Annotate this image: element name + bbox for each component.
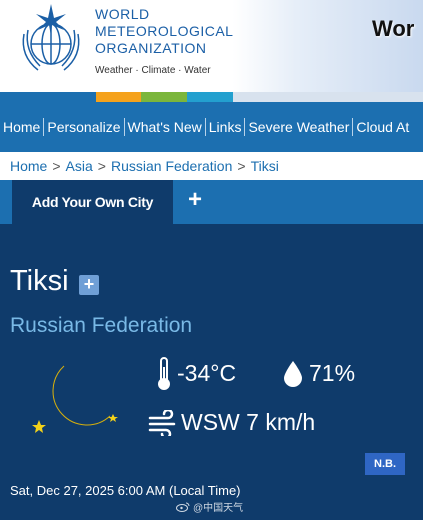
watermark-text: @中国天气 [193, 503, 244, 514]
breadcrumb-home[interactable]: Home [10, 158, 47, 174]
breadcrumb-asia[interactable]: Asia [66, 158, 93, 174]
night-clear-moon-icon [32, 365, 118, 433]
nav-item-links[interactable]: Links [206, 118, 246, 136]
wind-value: WSW 7 km/h [181, 409, 316, 435]
stripe-segment [187, 92, 233, 102]
breadcrumb-separator: > [97, 158, 106, 174]
nav-item-home[interactable]: Home [0, 118, 45, 136]
nav-item-whats-new[interactable]: What's New [125, 118, 206, 136]
stripe-segment [141, 92, 187, 102]
org-name-line-3: ORGANIZATION [95, 40, 207, 56]
add-tab-plus-icon[interactable]: + [188, 188, 202, 212]
humidity-value: 71% [309, 360, 356, 386]
main-nav: Home Personalize What's New Links Severe… [0, 102, 423, 152]
watermark: @中国天气 [176, 499, 243, 514]
org-name-line-1: WORLD [95, 6, 150, 22]
city-tab-bar: Add Your Own City + [0, 180, 423, 224]
weibo-icon [176, 502, 190, 512]
org-tagline: Weather · Climate · Water [95, 65, 211, 76]
stripe-segment [96, 92, 141, 102]
tab-add-your-own-city[interactable]: Add Your Own City [12, 180, 173, 224]
header-banner-text: Wor [372, 16, 415, 41]
stripe-segment [233, 92, 423, 102]
nb-note-button[interactable]: N.B. [365, 453, 405, 475]
org-name: WORLD METEOROLOGICAL ORGANIZATION [95, 6, 233, 57]
country-name: Russian Federation [10, 314, 193, 337]
wmo-logo-icon[interactable] [16, 4, 86, 76]
breadcrumb-russian-federation[interactable]: Russian Federation [111, 158, 232, 174]
org-name-line-2: METEOROLOGICAL [95, 23, 234, 39]
thermometer-icon [158, 357, 170, 390]
wind-icon [148, 410, 176, 436]
add-city-plus-icon[interactable]: + [79, 275, 99, 295]
breadcrumb-separator: > [52, 158, 61, 174]
humidity-drop-icon [284, 361, 302, 387]
color-stripe-bar [0, 92, 423, 102]
temperature-value: -34°C [177, 360, 237, 386]
breadcrumb: Home > Asia > Russian Federation > Tiksi [0, 152, 423, 180]
stripe-segment [0, 92, 96, 102]
nav-item-severe-weather[interactable]: Severe Weather [245, 118, 354, 136]
city-name: Tiksi [10, 265, 69, 297]
nav-item-cloud-atlas[interactable]: Cloud At [353, 118, 412, 136]
breadcrumb-tiksi[interactable]: Tiksi [251, 158, 279, 174]
breadcrumb-separator: > [237, 158, 246, 174]
observation-timestamp: Sat, Dec 27, 2025 6:00 AM (Local Time) [10, 483, 241, 498]
site-header: WORLD METEOROLOGICAL ORGANIZATION Weathe… [0, 0, 423, 92]
nav-item-personalize[interactable]: Personalize [44, 118, 125, 136]
